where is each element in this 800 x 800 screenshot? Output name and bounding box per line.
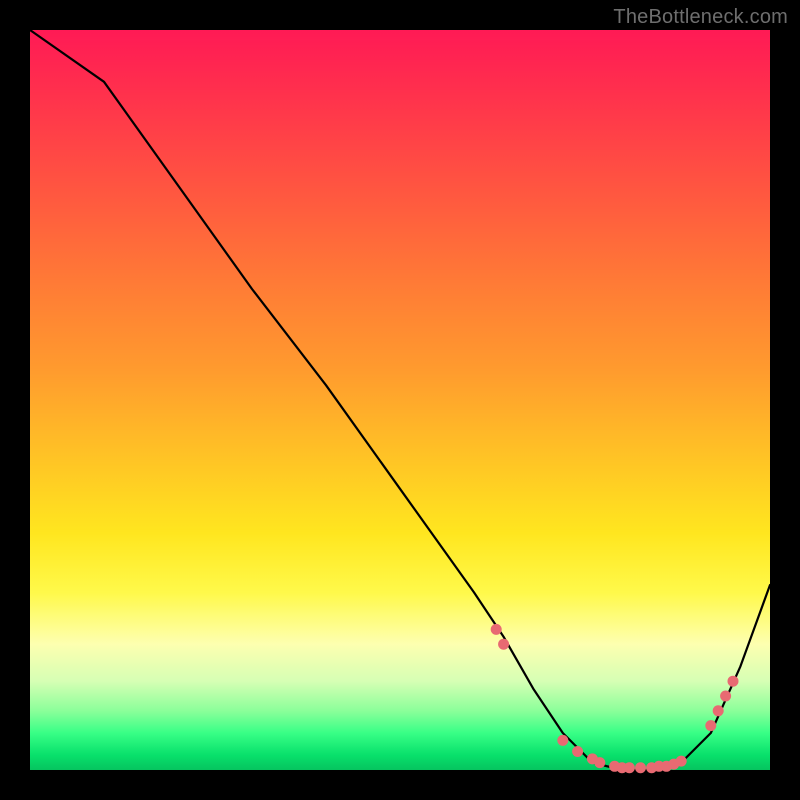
- curve-marker-dot: [557, 735, 568, 746]
- curve-marker-dot: [676, 756, 687, 767]
- curve-svg: [30, 30, 770, 770]
- curve-marker-dot: [572, 746, 583, 757]
- curve-marker-dot: [594, 757, 605, 768]
- curve-marker-dot: [624, 762, 635, 773]
- chart-frame: TheBottleneck.com: [0, 0, 800, 800]
- curve-marker-dot: [498, 639, 509, 650]
- curve-marker-dot: [491, 624, 502, 635]
- curve-marker-dot: [713, 705, 724, 716]
- watermark-text: TheBottleneck.com: [613, 6, 788, 29]
- curve-marker-dot: [720, 691, 731, 702]
- curve-marker-dot: [705, 720, 716, 731]
- curve-marker-dot: [635, 762, 646, 773]
- curve-marker-dot: [728, 676, 739, 687]
- bottleneck-curve: [30, 30, 770, 770]
- curve-markers: [491, 624, 739, 773]
- plot-area: [30, 30, 770, 770]
